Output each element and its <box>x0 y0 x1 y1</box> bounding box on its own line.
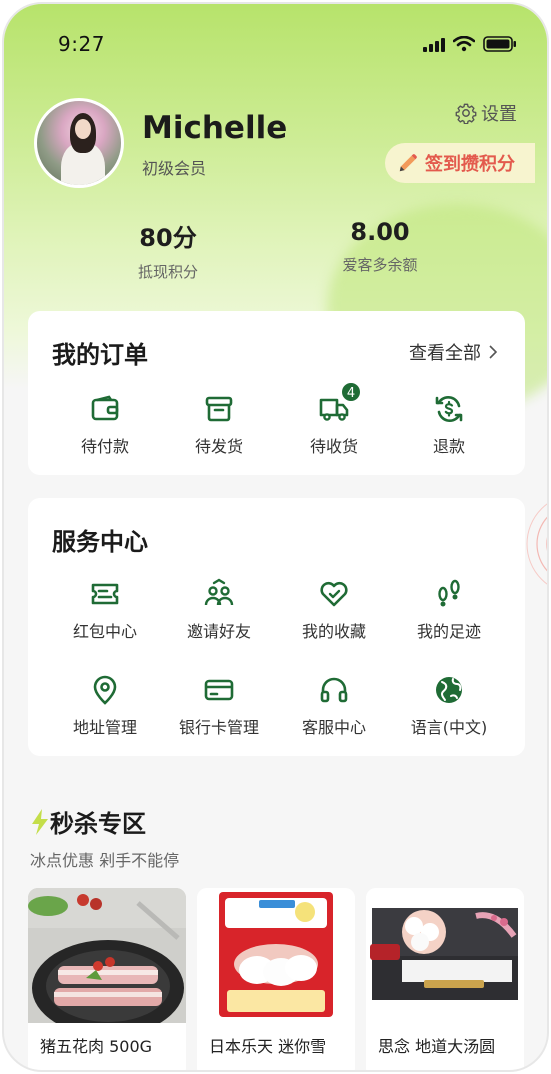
service-favorites[interactable]: 我的收藏 <box>274 578 394 642</box>
order-item-label: 待发货 <box>194 437 243 456</box>
member-level: 初级会员 <box>142 159 207 178</box>
order-refund[interactable]: 退款 <box>389 393 509 457</box>
product-image-mochi <box>197 888 355 1023</box>
box-icon <box>203 393 235 425</box>
view-all-label: 查看全部 <box>409 343 481 364</box>
avatar[interactable] <box>34 98 124 188</box>
services-title: 服务中心 <box>52 528 148 556</box>
lightning-icon <box>32 808 48 835</box>
pencil-icon <box>399 154 417 172</box>
settings-button[interactable]: 设置 <box>455 100 517 126</box>
user-name: Michelle <box>142 110 288 146</box>
refund-icon <box>433 393 465 425</box>
coupon-icon <box>89 578 121 610</box>
service-address[interactable]: 地址管理 <box>45 674 165 738</box>
bank-card-icon <box>203 674 235 706</box>
service-footprints[interactable]: 我的足迹 <box>389 578 509 642</box>
service-label: 红包中心 <box>72 622 137 641</box>
service-red-packet[interactable]: 红包中心 <box>45 578 165 642</box>
status-bar: 9:27 <box>4 32 547 62</box>
status-time: 9:27 <box>58 32 105 56</box>
order-pending-payment[interactable]: 待付款 <box>45 393 165 457</box>
service-label: 我的收藏 <box>301 622 366 641</box>
checkin-button[interactable]: 签到攒积分 <box>385 143 535 183</box>
view-all-orders-link[interactable]: 查看全部 <box>409 339 497 365</box>
service-language[interactable]: 语言(中文) <box>389 674 509 738</box>
orders-title: 我的订单 <box>52 341 148 369</box>
decorative-rings <box>526 503 547 585</box>
service-customer-support[interactable]: 客服中心 <box>274 674 394 738</box>
favorite-heart-icon <box>318 578 350 610</box>
service-invite-friends[interactable]: 邀请好友 <box>159 578 279 642</box>
product-card[interactable]: 猪五花肉 500G <box>28 888 186 1070</box>
product-name: 猪五花肉 500G <box>40 1037 153 1056</box>
status-icons <box>423 36 517 52</box>
points-value: 80分 <box>139 224 197 252</box>
pending-receipt-badge: 4 <box>340 381 362 403</box>
flash-sale-title: 秒杀专区 <box>50 810 146 838</box>
order-pending-shipment[interactable]: 待发货 <box>159 393 279 457</box>
orders-card: 我的订单 查看全部 待付款 待发货 4 待收货 退款 <box>28 311 525 475</box>
footprints-icon <box>433 578 465 610</box>
service-label: 银行卡管理 <box>178 718 259 737</box>
headset-icon <box>318 674 350 706</box>
flash-sale-subtitle: 冰点优惠 剁手不能停 <box>30 851 180 870</box>
product-name: 思念 地道大汤圆 <box>378 1037 496 1056</box>
globe-icon <box>433 674 465 706</box>
invite-friends-icon <box>203 578 235 610</box>
product-image-tangyuan <box>366 888 524 1023</box>
order-pending-receipt[interactable]: 4 待收货 <box>274 381 394 457</box>
service-label: 地址管理 <box>72 718 137 737</box>
order-item-label: 退款 <box>432 437 465 456</box>
points-stat[interactable]: 80分 抵现积分 <box>78 218 258 282</box>
signal-icon <box>423 38 445 52</box>
service-label: 语言(中文) <box>410 718 488 737</box>
service-label: 客服中心 <box>301 718 366 737</box>
flash-sale-title-row: 秒杀专区 <box>30 804 146 839</box>
balance-stat[interactable]: 8.00 爱客多余额 <box>290 218 470 275</box>
wifi-icon <box>453 36 475 52</box>
points-label: 抵现积分 <box>137 263 198 281</box>
service-label: 我的足迹 <box>416 622 481 641</box>
order-item-label: 待收货 <box>309 437 358 456</box>
order-item-label: 待付款 <box>80 437 129 456</box>
service-label: 邀请好友 <box>186 622 251 641</box>
balance-value: 8.00 <box>350 218 410 246</box>
checkin-label: 签到攒积分 <box>425 154 515 175</box>
settings-label: 设置 <box>481 104 517 125</box>
location-pin-icon <box>89 674 121 706</box>
balance-label: 爱客多余额 <box>342 256 418 274</box>
service-bank-card[interactable]: 银行卡管理 <box>159 674 279 738</box>
product-card[interactable]: 思念 地道大汤圆 <box>366 888 524 1070</box>
wallet-icon <box>89 393 121 425</box>
battery-icon <box>483 36 516 52</box>
product-name: 日本乐天 迷你雪 <box>209 1037 327 1056</box>
services-card: 服务中心 红包中心 邀请好友 我的收藏 我的足迹 地址管理 银行卡管理 客服中心… <box>28 498 525 756</box>
product-card[interactable]: 日本乐天 迷你雪 <box>197 888 355 1070</box>
gear-icon <box>455 103 477 124</box>
chevron-right-icon <box>489 345 497 359</box>
phone-screen: 9:27 Michelle 初级会员 设置 签到攒积分 80分 抵现积分 8.0… <box>2 2 549 1072</box>
truck-icon: 4 <box>318 381 362 425</box>
product-image-pork <box>28 888 186 1023</box>
